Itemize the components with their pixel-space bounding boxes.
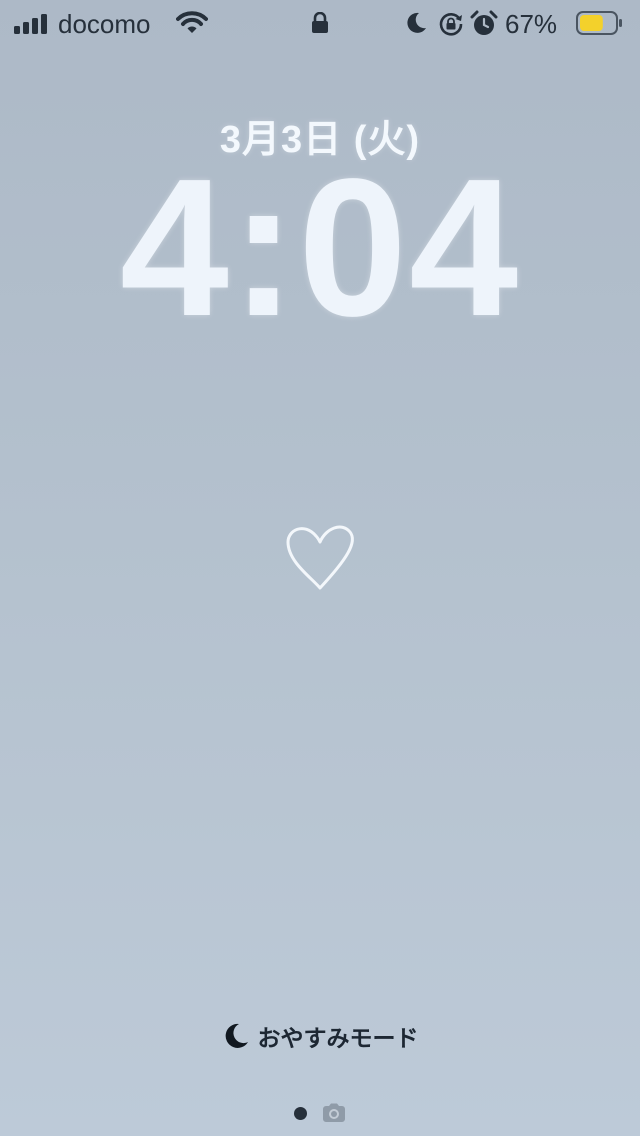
status-bar: docomo 67% <box>0 0 640 48</box>
lock-icon <box>312 12 328 33</box>
alarm-icon <box>470 10 498 35</box>
lock-screen-pager <box>0 1100 640 1126</box>
rotation-lock-icon <box>439 12 463 36</box>
moon-icon <box>225 1023 248 1048</box>
lock-screen-time: 4:04 <box>119 138 521 357</box>
focus-mode-indicator[interactable]: おやすみモード <box>0 1016 640 1056</box>
moon-icon <box>407 12 426 33</box>
battery-percentage: 67% <box>505 9 558 39</box>
heart-icon <box>286 525 354 590</box>
focus-mode-label: おやすみモード <box>257 1026 419 1052</box>
battery-icon <box>576 11 622 35</box>
signal-icon <box>14 14 50 34</box>
wifi-icon <box>176 11 208 33</box>
carrier-name: docomo <box>58 9 151 39</box>
camera-icon[interactable] <box>321 1103 347 1123</box>
page-dot[interactable] <box>293 1106 307 1120</box>
